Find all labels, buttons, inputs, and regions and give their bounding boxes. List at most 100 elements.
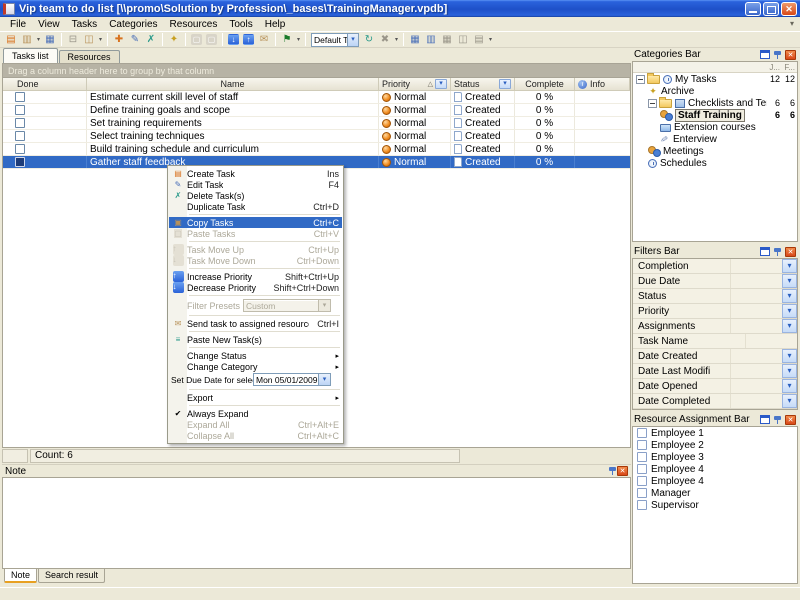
pin-icon[interactable] (773, 247, 782, 257)
pin-icon[interactable] (773, 415, 782, 425)
menu-send-task-to-resource[interactable]: ✉ Send task to assigned resource Ctrl+I (169, 318, 342, 329)
resource-checkbox[interactable] (637, 476, 647, 486)
chevron-down-icon[interactable]: ▾ (782, 259, 797, 273)
menu-paste-new-tasks[interactable]: ≡ Paste New Task(s) (169, 334, 342, 345)
chevron-down-icon[interactable]: ▾ (782, 364, 797, 378)
column-header-status[interactable]: Status ▾ (451, 78, 515, 90)
chevron-down-icon[interactable]: ▾ (782, 289, 797, 303)
filter-date-last-modified[interactable]: Date Last Modifi ▾ (633, 364, 797, 379)
filter-value-cell[interactable] (730, 394, 782, 408)
filter-value-cell[interactable] (745, 334, 797, 348)
tree-item-checklists-and-templates[interactable]: Checklists and Templates 6 6 (633, 97, 797, 109)
pin-icon[interactable] (773, 50, 782, 60)
new-list-button[interactable]: ▤ (3, 33, 19, 47)
clear-view-button[interactable]: ✖ ▾ (377, 33, 400, 47)
done-checkbox[interactable] (15, 144, 25, 154)
filter-assignments[interactable]: Assignments ▾ (633, 319, 797, 334)
filter-priority[interactable]: Priority ▾ (633, 304, 797, 319)
menu-bar-item[interactable]: Help (259, 18, 292, 31)
toolbar-separator[interactable] (61, 33, 62, 46)
group-by-bar[interactable]: Drag a column header here to group by th… (2, 63, 631, 78)
chevron-down-icon[interactable]: ▾ (782, 319, 797, 333)
view-card-button[interactable]: ▦ (439, 33, 455, 47)
tree-item-schedules[interactable]: Schedules (633, 157, 797, 169)
table-row[interactable]: Build training schedule and curriculum N… (3, 143, 630, 156)
tab-note[interactable]: Note (4, 569, 37, 583)
filter-flag-button[interactable]: ⚑ ▾ (279, 33, 302, 47)
filter-task-name[interactable]: Task Name (633, 334, 797, 349)
toolbar-separator[interactable] (305, 33, 306, 46)
done-checkbox[interactable] (15, 105, 25, 115)
menu-bar-item[interactable]: Tools (223, 18, 258, 31)
chevron-down-icon[interactable]: ▾ (347, 34, 358, 46)
close-icon[interactable]: ✕ (785, 50, 796, 60)
menu-export[interactable]: Export ▸ (169, 392, 342, 403)
table-row[interactable]: Estimate current skill level of staff No… (3, 91, 630, 104)
edit-task-button[interactable]: ✎ (127, 33, 143, 47)
done-checkbox[interactable] (15, 92, 25, 102)
assign-resource-button[interactable]: ✦ (166, 33, 182, 47)
done-checkbox[interactable] (15, 157, 25, 167)
menu-decrease-priority[interactable]: ↓ Decrease Priority Shift+Ctrl+Down (169, 282, 342, 293)
tab-tasks-list[interactable]: Tasks list (3, 48, 58, 63)
menu-bar-item[interactable]: File (4, 18, 32, 31)
menu-separator[interactable] (189, 405, 340, 406)
task-view-combo[interactable]: Default Task V ▾ (309, 33, 361, 47)
dropdown-arrow-icon[interactable]: ▾ (35, 36, 42, 43)
toolbar-separator[interactable] (185, 33, 186, 46)
column-header-name[interactable]: Name (87, 78, 379, 90)
menu-bar-item[interactable]: Tasks (66, 18, 104, 31)
menu-combo-box[interactable]: Custom ▾ (243, 299, 331, 312)
delete-task-button[interactable]: ✗ (143, 33, 159, 47)
tab-resources[interactable]: Resources (59, 50, 120, 63)
toolbar-separator[interactable] (162, 33, 163, 46)
menu-separator[interactable] (189, 331, 340, 332)
toolbar-separator[interactable] (107, 33, 108, 46)
column-header-info[interactable]: i Info (575, 78, 630, 90)
receive-tasks-button[interactable]: ▢ (189, 33, 204, 46)
menu-create-task[interactable]: ▤ Create Task Ins (169, 168, 342, 179)
menu-change-category[interactable]: Change Category ▸ (169, 361, 342, 372)
dropdown-arrow-icon[interactable]: ▾ (97, 36, 104, 43)
status-filter-button[interactable]: ▾ (499, 79, 511, 89)
menu-bar-item[interactable]: View (32, 18, 66, 31)
toolbar-separator[interactable] (275, 33, 276, 46)
table-row[interactable]: Define training goals and scope Normal C… (3, 104, 630, 117)
done-checkbox[interactable] (15, 131, 25, 141)
menu-task-move-down[interactable]: ↓ Task Move Down Ctrl+Down (169, 255, 342, 266)
resource-employee-4b[interactable]: Employee 4 (633, 475, 797, 487)
note-editor[interactable] (2, 477, 631, 569)
view-grid-button[interactable]: ▦ (407, 33, 423, 47)
filter-value-cell[interactable] (730, 349, 782, 363)
filter-value-cell[interactable] (730, 289, 782, 303)
filter-date-opened[interactable]: Date Opened ▾ (633, 379, 797, 394)
dropdown-arrow-icon[interactable]: ▾ (295, 36, 302, 43)
view-columns-button[interactable]: ▥ (423, 33, 439, 47)
menu-bar-item[interactable]: Resources (164, 18, 224, 31)
menu-filter-presets[interactable]: Filter Presets Custom ▾ (169, 298, 342, 313)
close-icon[interactable]: ✕ (617, 466, 628, 476)
chevron-down-icon[interactable]: ▾ (782, 349, 797, 363)
view-report-button[interactable]: ◫ (455, 33, 471, 47)
tree-item-archive[interactable]: Archive (633, 85, 797, 97)
resource-checkbox[interactable] (637, 428, 647, 438)
tree-expander-icon[interactable] (636, 75, 645, 84)
chevron-down-icon[interactable]: ▾ (782, 379, 797, 393)
tree-item-enterview[interactable]: Enterview (633, 133, 797, 145)
view-options-button[interactable]: ▤ ▾ (471, 33, 494, 47)
menu-separator[interactable] (189, 241, 340, 242)
close-icon[interactable]: ✕ (785, 247, 796, 257)
open-list-button[interactable]: ▥ ▾ (19, 33, 42, 47)
filter-value-cell[interactable] (730, 274, 782, 288)
print-preview-button[interactable]: ◫ ▾ (81, 33, 104, 47)
table-row[interactable]: Set training requirements Normal Created… (3, 117, 630, 130)
menu-expand-all[interactable]: Expand All Ctrl+Alt+E (169, 419, 342, 430)
menu-separator[interactable] (189, 214, 340, 215)
close-icon[interactable]: ✕ (785, 415, 796, 425)
toolbar-separator[interactable] (403, 33, 404, 46)
resource-employee-4[interactable]: Employee 4 (633, 463, 797, 475)
filter-date-completed[interactable]: Date Completed ▾ (633, 394, 797, 409)
minimize-button[interactable] (745, 2, 761, 16)
print-button[interactable]: ⊟ (65, 33, 81, 47)
task-view-combo[interactable]: Default Task V ▾ (311, 33, 359, 47)
